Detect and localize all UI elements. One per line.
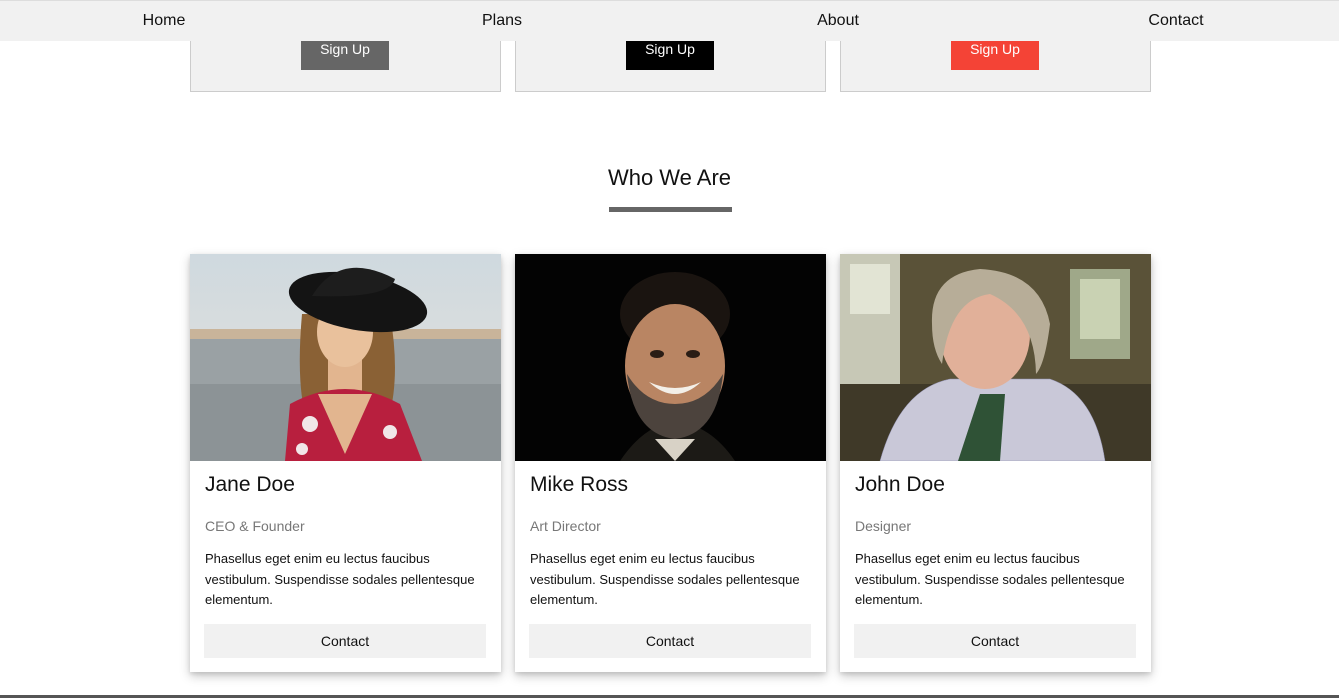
- team-member-bio: Phasellus eget enim eu lectus faucibus v…: [530, 551, 800, 607]
- nav-plans[interactable]: Plans: [422, 1, 582, 42]
- contact-button[interactable]: Contact: [204, 624, 486, 658]
- nav-about[interactable]: About: [758, 1, 918, 42]
- team-member-name: Jane Doe: [205, 473, 295, 496]
- team-member-name: Mike Ross: [530, 473, 629, 496]
- team-member-bio: Phasellus eget enim eu lectus faucibus v…: [205, 551, 475, 607]
- nav-contact[interactable]: Contact: [1096, 1, 1256, 42]
- team-member-role: Art Director: [530, 518, 601, 534]
- title-underline: [609, 207, 732, 212]
- team-member-role: Designer: [855, 518, 912, 534]
- team-card-mike: Mike Ross Art Director Phasellus eget en…: [515, 254, 826, 672]
- team-card-jane: Jane Doe CEO & Founder Phasellus eget en…: [190, 254, 501, 672]
- contact-button[interactable]: Contact: [854, 624, 1136, 658]
- team-card-john: John Doe Designer Phasellus eget enim eu…: [840, 254, 1151, 672]
- team-member-role: CEO & Founder: [205, 518, 305, 534]
- section-title: Who We Are: [607, 165, 732, 190]
- team-photo: [515, 254, 826, 461]
- team-member-name: John Doe: [855, 473, 945, 496]
- contact-button[interactable]: Contact: [529, 624, 811, 658]
- team-member-bio: Phasellus eget enim eu lectus faucibus v…: [855, 551, 1125, 607]
- top-navigation: Home Plans About Contact: [0, 0, 1339, 41]
- nav-home[interactable]: Home: [84, 1, 244, 42]
- team-photo: [190, 254, 501, 461]
- team-photo: [840, 254, 1151, 461]
